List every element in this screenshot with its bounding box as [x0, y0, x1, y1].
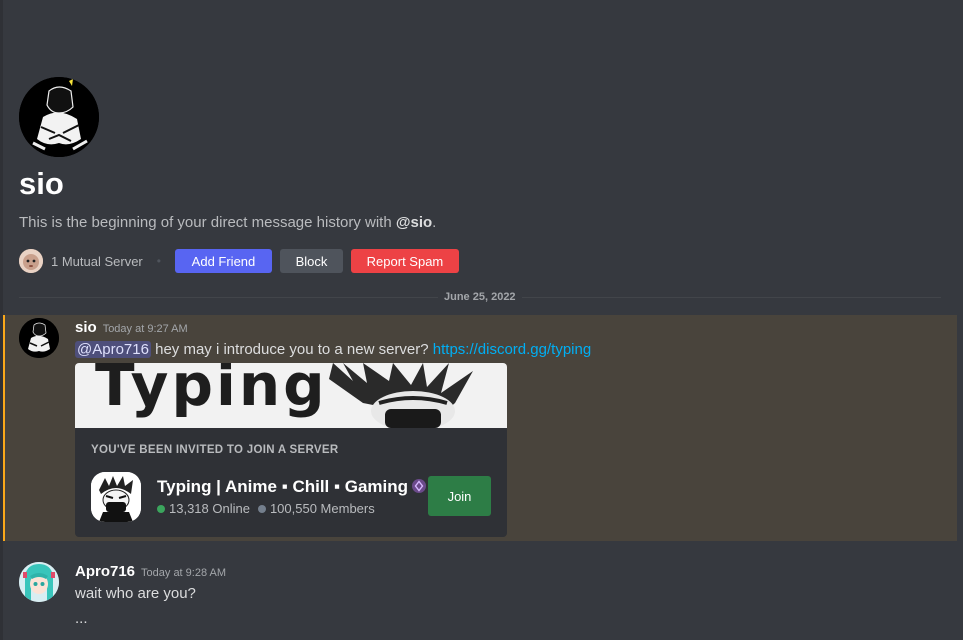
banner-art: [329, 363, 473, 428]
banner-text: Typing: [95, 363, 328, 419]
server-name[interactable]: Typing | Anime ▪ Chill ▪ Gaming: [157, 477, 427, 497]
invite-link[interactable]: https://discord.gg/typing: [433, 341, 591, 358]
message-header: sio Today at 9:27 AM: [75, 319, 188, 336]
date-divider-label: June 25, 2022: [438, 291, 522, 303]
join-button[interactable]: Join: [428, 476, 491, 516]
intro-handle: @sio: [395, 214, 433, 231]
profile-name: sio: [19, 166, 64, 201]
invite-banner: Typing: [75, 363, 507, 428]
member-count: 100,550 Members: [269, 501, 375, 516]
boost-icon: [412, 479, 427, 493]
profile-avatar[interactable]: [19, 77, 99, 157]
intro-suffix: .: [432, 214, 437, 231]
message-author[interactable]: sio: [75, 319, 97, 336]
server-icon[interactable]: [91, 472, 141, 522]
message-header-2: Apro716 Today at 9:28 AM: [75, 563, 226, 580]
message-content-2: wait who are you?: [75, 585, 196, 602]
message-avatar[interactable]: [19, 318, 59, 358]
mutual-servers-link[interactable]: 1 Mutual Server: [51, 254, 143, 269]
invite-heading: YOU'VE BEEN INVITED TO JOIN A SERVER: [91, 444, 339, 456]
mutual-server-icon[interactable]: [19, 249, 43, 273]
profile-actions: 1 Mutual Server • Add Friend Block Repor…: [19, 249, 459, 273]
intro-prefix: This is the beginning of your direct mes…: [19, 214, 396, 231]
block-button[interactable]: Block: [279, 249, 343, 273]
online-count: 13,318 Online: [169, 501, 250, 516]
server-stats: 13,318 Online 100,550 Members: [157, 501, 375, 516]
message-text: hey may i introduce you to a new server?: [150, 341, 433, 358]
message-content: @Apro716 hey may i introduce you to a ne…: [75, 341, 591, 358]
dm-intro-text: This is the beginning of your direct mes…: [19, 214, 436, 231]
separator-dot: •: [156, 254, 161, 268]
message-timestamp-2: Today at 9:28 AM: [141, 567, 227, 579]
message-timestamp: Today at 9:27 AM: [102, 323, 188, 335]
report-spam-button[interactable]: Report Spam: [350, 249, 459, 273]
invite-card: YOU'VE BEEN INVITED TO JOIN A SERVER Typ…: [75, 428, 507, 537]
add-friend-button[interactable]: Add Friend: [174, 249, 272, 273]
message-avatar-2[interactable]: [19, 562, 59, 602]
server-name-text: Typing | Anime ▪ Chill ▪ Gaming: [157, 477, 409, 496]
message-author-2[interactable]: Apro716: [75, 563, 135, 580]
message-content-3: ...: [75, 610, 88, 627]
online-dot-icon: [157, 504, 165, 513]
members-dot-icon: [257, 504, 266, 513]
user-mention[interactable]: @Apro716: [75, 341, 151, 358]
